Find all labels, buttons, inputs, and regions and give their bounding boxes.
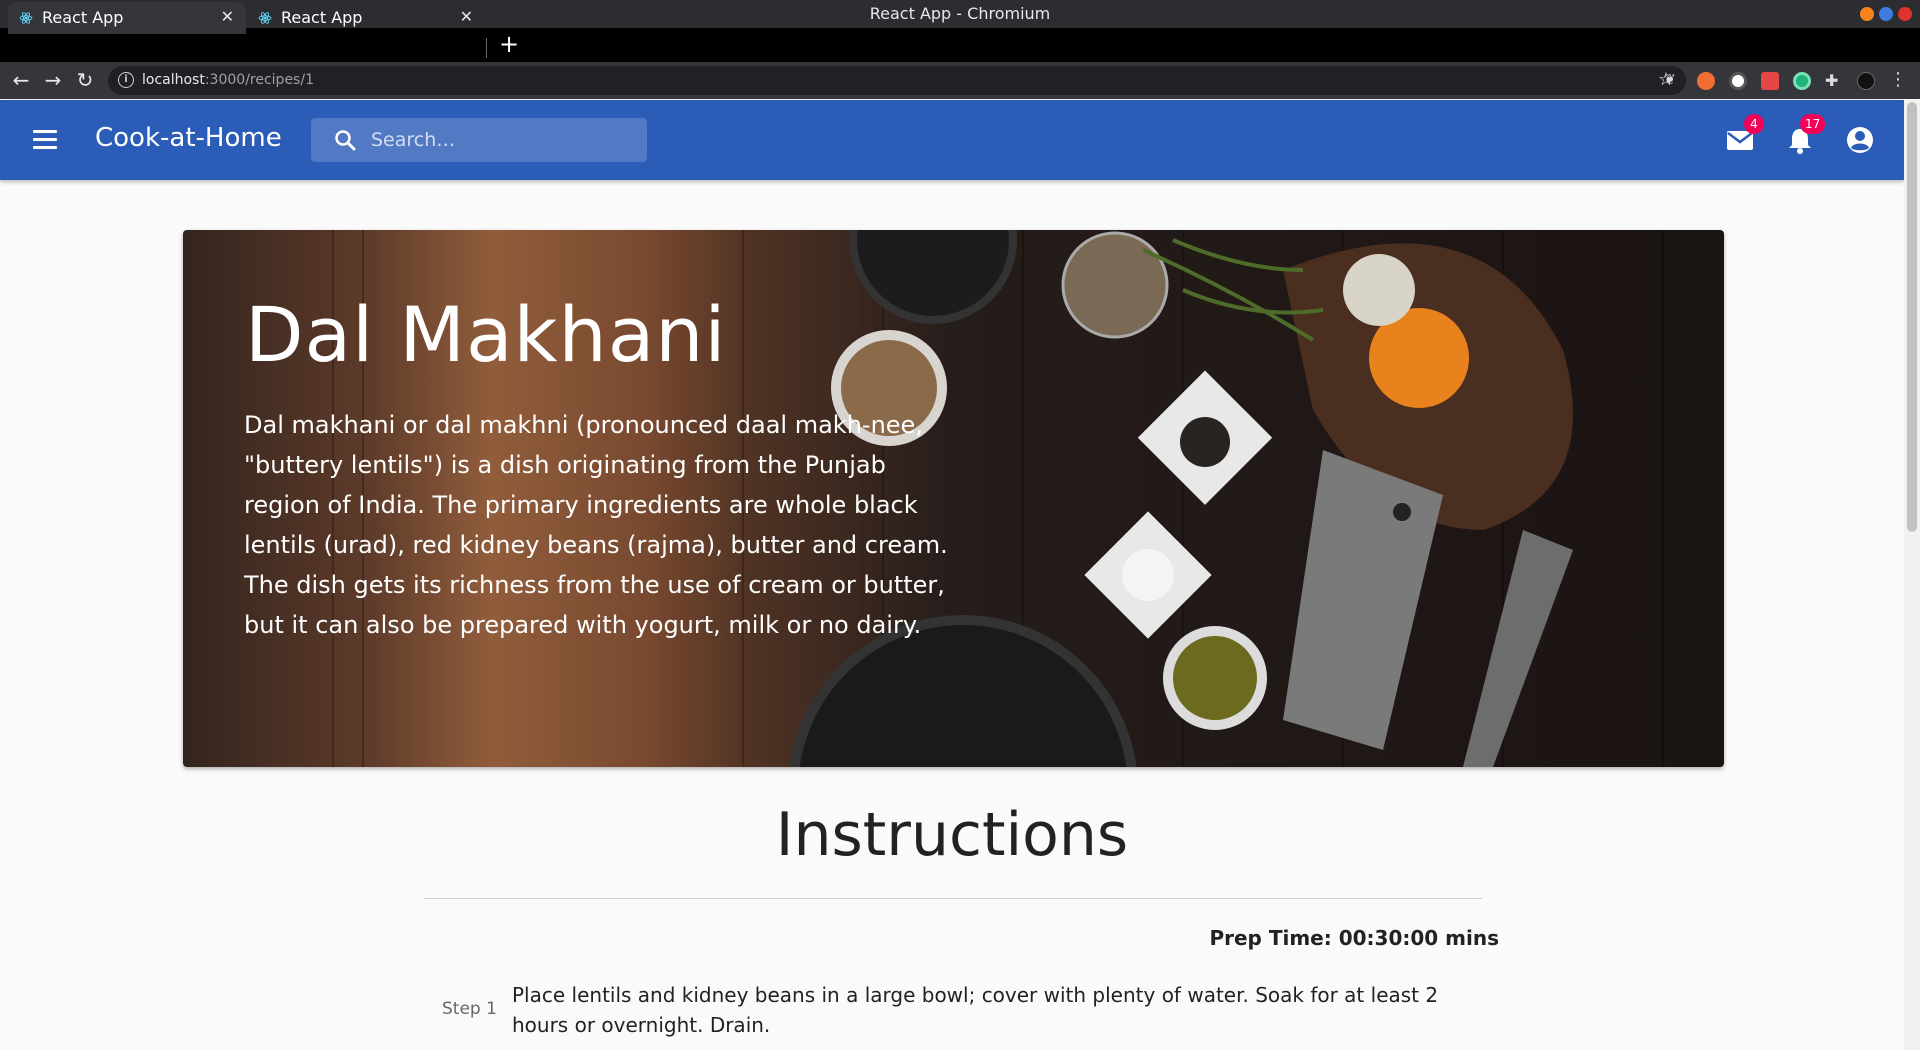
react-favicon (258, 12, 272, 24)
app-bar: Cook-at-Home 4 17 (0, 100, 1904, 180)
brand-title[interactable]: Cook-at-Home (95, 123, 282, 153)
tab-label: React App (42, 8, 124, 27)
instructions-heading: Instructions (775, 800, 1129, 870)
tab-label: React App (281, 8, 363, 27)
url-text[interactable]: localhost:3000/recipes/1 (142, 72, 314, 88)
mail-badge: 4 (1744, 114, 1764, 134)
extension-red-icon[interactable] (1761, 72, 1779, 90)
search-input[interactable] (371, 126, 631, 154)
tab-react-app-2[interactable]: React App ✕ (247, 2, 485, 34)
menu-icon[interactable] (33, 130, 57, 150)
account-circle-icon (1847, 127, 1873, 153)
browser-menu-icon[interactable]: ⋮ (1889, 71, 1907, 90)
address-bar[interactable]: i localhost:3000/recipes/1 ☆ (108, 66, 1686, 95)
search-box[interactable] (311, 118, 647, 162)
reload-icon[interactable]: ↻ (72, 67, 98, 93)
recipe-title: Dal Makhani (245, 290, 727, 379)
tab-react-app-1[interactable]: React App ✕ (8, 2, 246, 34)
notification-badge: 17 (1800, 114, 1826, 134)
scrollbar-thumb[interactable] (1907, 102, 1917, 532)
maximize-button[interactable] (1879, 7, 1893, 21)
extensions-puzzle-icon[interactable]: ✚ (1825, 72, 1843, 90)
window-controls (1860, 7, 1912, 21)
profile-avatar-icon[interactable] (1857, 72, 1875, 90)
extension-circle-icon[interactable] (1729, 72, 1747, 90)
prep-time: Prep Time: 00:30:00 mins (1209, 926, 1499, 950)
extension-green-icon[interactable] (1793, 72, 1811, 90)
close-icon[interactable]: ✕ (460, 7, 473, 26)
notifications-button[interactable]: 17 (1782, 114, 1826, 158)
step-text: Place lentils and kidney beans in a larg… (512, 983, 1439, 1037)
react-favicon (19, 12, 33, 24)
forward-icon[interactable]: → (40, 67, 66, 93)
page-scrollbar[interactable] (1904, 100, 1920, 1050)
close-icon[interactable]: ✕ (221, 7, 234, 26)
search-icon (335, 130, 356, 151)
account-button[interactable] (1842, 122, 1878, 158)
tab-separator (486, 38, 487, 58)
step-label: Step 1 (442, 999, 497, 1019)
extension-feather-icon[interactable]: ❦ (1664, 72, 1682, 90)
extension-orange-icon[interactable] (1697, 72, 1715, 90)
back-icon[interactable]: ← (8, 67, 34, 93)
browser-toolbar: ← → ↻ i localhost:3000/recipes/1 ☆ ❦ ✚ ⋮ (0, 62, 1920, 99)
close-window-button[interactable] (1898, 7, 1912, 21)
recipe-description: Dal makhani or dal makhni (pronounced da… (244, 411, 948, 639)
minimize-button[interactable] (1860, 7, 1874, 21)
info-icon[interactable]: i (118, 72, 134, 88)
recipe-hero-card: Dal Makhani Dal makhani or dal makhni (p… (183, 230, 1724, 767)
divider (424, 898, 1482, 899)
new-tab-icon[interactable]: + (499, 30, 519, 58)
mail-button[interactable]: 4 (1722, 114, 1764, 158)
